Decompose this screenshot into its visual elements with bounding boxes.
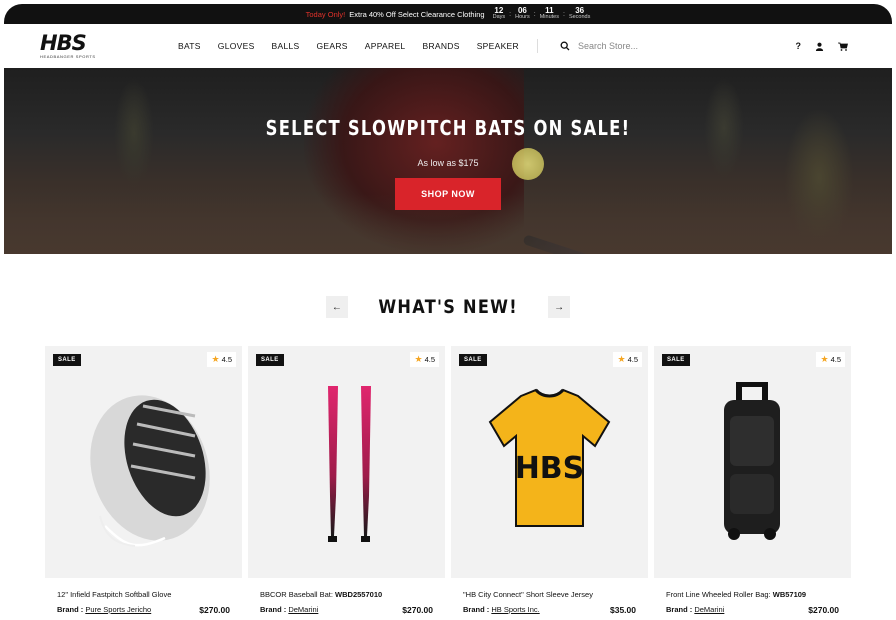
hero-title: SELECT SLOWPITCH BATS ON SALE!	[265, 116, 631, 140]
nav-speaker[interactable]: SPEAKER	[477, 41, 519, 51]
star-icon: ★	[414, 354, 423, 364]
site-logo[interactable]: HBS HEADBANGER SPORTS	[40, 31, 108, 60]
sale-badge: SALE	[662, 354, 690, 366]
product-title[interactable]: "HB City Connect" Short Sleeve Jersey	[463, 590, 636, 599]
main-nav: BATS GLOVES BALLS GEARS APPAREL BRANDS S…	[178, 41, 519, 51]
glove-image	[90, 395, 210, 547]
whats-new-header: ← WHAT'S NEW! →	[4, 296, 892, 318]
svg-text:HBS: HBS	[515, 451, 585, 486]
section-title: WHAT'S NEW!	[378, 296, 518, 318]
product-image[interactable]: SALE ★ 4.5	[248, 346, 445, 578]
sale-badge: SALE	[256, 354, 284, 366]
product-title[interactable]: Front Line Wheeled Roller Bag: WB57109	[666, 590, 839, 599]
roller-bag-image	[724, 382, 780, 540]
product-card[interactable]: SALE ★ 4.5 BBCOR Baseball Bat: WBD2557010…	[248, 346, 445, 615]
logo-mark: HBS	[40, 31, 87, 55]
cart-icon[interactable]	[838, 42, 848, 51]
product-brand: Brand : DeMarini	[260, 605, 319, 614]
product-price: $270.00	[402, 605, 433, 615]
product-image[interactable]: SALE ★ 4.5	[654, 346, 851, 578]
countdown-hours: 06 Hours	[515, 6, 530, 21]
help-icon[interactable]: ?	[796, 41, 802, 51]
product-brand: Brand : DeMarini	[666, 605, 725, 614]
product-image[interactable]: SALE ★ 4.5	[45, 346, 242, 578]
nav-bats[interactable]: BATS	[178, 41, 201, 51]
product-price: $270.00	[199, 605, 230, 615]
nav-balls[interactable]: BALLS	[272, 41, 300, 51]
nav-apparel[interactable]: APPAREL	[365, 41, 406, 51]
product-brand: Brand : HB Sports Inc.	[463, 605, 540, 614]
header-icons: ?	[796, 41, 848, 51]
shop-now-button[interactable]: SHOP NOW	[395, 178, 501, 210]
rating-badge: ★ 4.5	[410, 352, 439, 367]
sale-badge: SALE	[53, 354, 81, 366]
user-icon[interactable]	[815, 42, 824, 51]
product-title[interactable]: BBCOR Baseball Bat: WBD2557010	[260, 590, 433, 599]
brand-link[interactable]: DeMarini	[694, 605, 724, 614]
search-bar	[560, 41, 718, 51]
search-icon[interactable]	[560, 41, 570, 51]
logo-subtitle: HEADBANGER SPORTS	[40, 54, 96, 59]
nav-gears[interactable]: GEARS	[317, 41, 348, 51]
bat-image	[328, 386, 371, 542]
rating-badge: ★ 4.5	[207, 352, 236, 367]
countdown-timer: 12 Days : 06 Hours : 11 Minutes : 36 Seconds	[492, 6, 591, 21]
brand-link[interactable]: Pure Sports Jericho	[85, 605, 151, 614]
jersey-image: HBS	[488, 388, 611, 527]
nav-brands[interactable]: BRANDS	[422, 41, 459, 51]
brand-link[interactable]: DeMarini	[288, 605, 318, 614]
hero-banner: SELECT SLOWPITCH BATS ON SALE! As low as…	[4, 68, 892, 254]
product-card[interactable]: SALE ★ 4.5 12" Infield Fastpitch Softball…	[45, 346, 242, 615]
product-price: $270.00	[808, 605, 839, 615]
countdown-days: 12 Days	[492, 6, 506, 21]
page: Today Only! Extra 40% Off Select Clearan…	[4, 4, 892, 620]
rating-badge: ★ 4.5	[816, 352, 845, 367]
product-grid: SALE ★ 4.5 12" Infield Fastpitch Softball…	[45, 346, 851, 615]
hero-subtitle: As low as $175	[417, 158, 479, 168]
sale-badge: SALE	[459, 354, 487, 366]
product-card[interactable]: HBS SALE ★ 4.5 "HB City Connect" Short Sl…	[451, 346, 648, 615]
promo-highlight: Today Only!	[305, 9, 346, 19]
carousel-prev-button[interactable]: ←	[325, 296, 348, 318]
brand-link[interactable]: HB Sports Inc.	[491, 605, 539, 614]
star-icon: ★	[617, 354, 626, 364]
promo-text: Extra 40% Off Select Clearance Clothing	[349, 9, 485, 19]
star-icon: ★	[820, 354, 829, 364]
product-title[interactable]: 12" Infield Fastpitch Softball Glove	[57, 590, 230, 599]
nav-gloves[interactable]: GLOVES	[218, 41, 255, 51]
rating-badge: ★ 4.5	[613, 352, 642, 367]
product-price: $35.00	[610, 605, 636, 615]
nav-divider	[536, 39, 538, 53]
product-card[interactable]: SALE ★ 4.5 Front Line Wheeled Roller Bag:…	[654, 346, 851, 615]
promo-bar: Today Only! Extra 40% Off Select Clearan…	[4, 4, 892, 24]
countdown-seconds: 36 Seconds	[568, 6, 591, 21]
product-image[interactable]: HBS SALE ★ 4.5	[451, 346, 648, 578]
countdown-minutes: 11 Minutes	[539, 6, 559, 21]
product-brand: Brand : Pure Sports Jericho	[57, 605, 152, 614]
site-header: HBS HEADBANGER SPORTS BATS GLOVES BALLS …	[4, 24, 892, 68]
carousel-next-button[interactable]: →	[548, 296, 571, 318]
search-input[interactable]	[577, 41, 718, 51]
star-icon: ★	[211, 354, 220, 364]
